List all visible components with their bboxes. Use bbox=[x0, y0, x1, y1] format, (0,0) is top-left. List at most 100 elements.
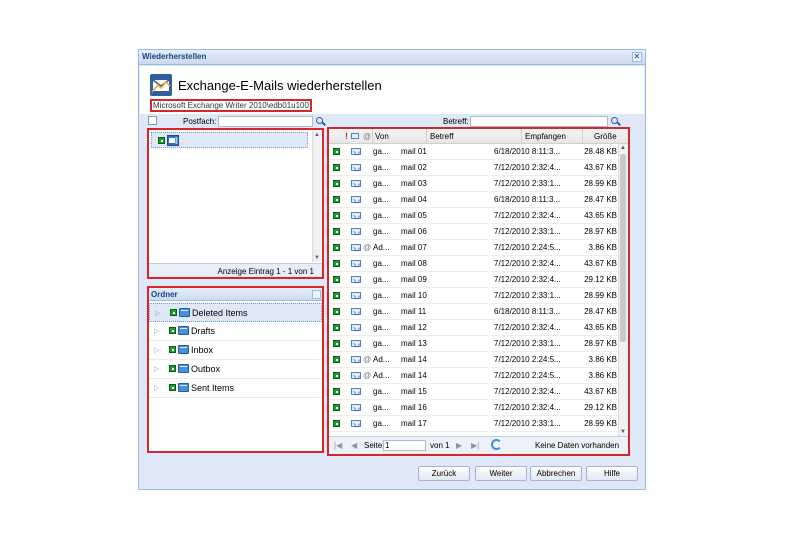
checked-checkbox-icon[interactable] bbox=[333, 148, 340, 155]
scroll-up-icon[interactable]: ▲ bbox=[620, 145, 626, 151]
envelope-icon bbox=[351, 420, 361, 427]
table-row[interactable]: ga... mail 06 7/12/2010 2:33:1... 28.97 KB bbox=[329, 224, 617, 240]
checked-checkbox-icon[interactable] bbox=[333, 276, 340, 283]
folder-icon bbox=[178, 364, 189, 373]
table-row[interactable]: ga... mail 13 7/12/2010 2:33:1... 28.97 KB bbox=[329, 336, 617, 352]
paperclip-icon[interactable]: @ bbox=[363, 132, 371, 141]
table-row[interactable]: ga... mail 09 7/12/2010 2:32:4... 29.12 KB bbox=[329, 272, 617, 288]
help-button[interactable]: Hilfe bbox=[586, 466, 638, 481]
envelope-icon[interactable] bbox=[351, 133, 359, 139]
table-row[interactable]: ga... mail 08 7/12/2010 2:32:4... 43.67 KB bbox=[329, 256, 617, 272]
column-subject[interactable]: Betreff bbox=[430, 132, 453, 141]
checked-checkbox-icon[interactable] bbox=[333, 212, 340, 219]
folder-row[interactable]: ▷ Drafts bbox=[149, 322, 322, 341]
grid-scrollbar[interactable]: ▲ ▼ bbox=[618, 144, 627, 436]
subject-search-input[interactable] bbox=[470, 116, 608, 127]
checked-checkbox-icon[interactable] bbox=[169, 346, 176, 353]
checked-checkbox-icon[interactable] bbox=[333, 356, 340, 363]
table-row[interactable]: ga... mail 16 7/12/2010 2:32:4... 29.12 KB bbox=[329, 400, 617, 416]
expand-arrow-icon[interactable]: ▷ bbox=[154, 346, 159, 354]
checked-checkbox-icon[interactable] bbox=[333, 324, 340, 331]
checked-checkbox-icon[interactable] bbox=[333, 388, 340, 395]
checked-checkbox-icon[interactable] bbox=[333, 228, 340, 235]
select-all-checkbox[interactable] bbox=[148, 116, 157, 125]
table-row[interactable]: ga... mail 15 7/12/2010 2:32:4... 43.67 KB bbox=[329, 384, 617, 400]
cell-from: ga... bbox=[373, 403, 389, 412]
attachment-icon: @ bbox=[363, 355, 372, 364]
cell-subject: mail 14 bbox=[401, 355, 427, 364]
refresh-icon[interactable] bbox=[491, 439, 502, 450]
expand-arrow-icon[interactable]: ▷ bbox=[154, 384, 159, 392]
table-row[interactable]: ga... mail 01 6/18/2010 8:11:3... 28.48 KB bbox=[329, 144, 617, 160]
table-row[interactable]: ga... mail 10 7/12/2010 2:33:1... 28.99 KB bbox=[329, 288, 617, 304]
page-input[interactable]: 1 bbox=[383, 440, 426, 451]
prev-page-icon[interactable]: ◀ bbox=[351, 441, 357, 450]
table-row[interactable]: ga... mail 17 7/12/2010 2:33:1... 28.99 KB bbox=[329, 416, 617, 432]
last-page-icon[interactable]: ▶| bbox=[471, 441, 479, 450]
checked-checkbox-icon[interactable] bbox=[333, 164, 340, 171]
column-size[interactable]: Größe bbox=[594, 132, 617, 141]
search-icon[interactable] bbox=[611, 117, 620, 126]
cell-from: ga... bbox=[373, 227, 389, 236]
table-row[interactable]: ga... mail 11 6/18/2010 8:11:3... 28.47 KB bbox=[329, 304, 617, 320]
next-button[interactable]: Weiter bbox=[475, 466, 527, 481]
table-row[interactable]: ga... mail 03 7/12/2010 2:33:1... 28.99 KB bbox=[329, 176, 617, 192]
mailbox-search-input[interactable] bbox=[218, 116, 313, 127]
folder-row[interactable]: ▷ Outbox bbox=[149, 360, 322, 379]
checked-checkbox-icon[interactable] bbox=[333, 308, 340, 315]
cancel-button[interactable]: Abbrechen bbox=[530, 466, 582, 481]
expand-arrow-icon[interactable]: ▷ bbox=[155, 309, 160, 317]
checked-checkbox-icon[interactable] bbox=[169, 327, 176, 334]
writer-path: Microsoft Exchange Writer 2010\edb01u100 bbox=[150, 99, 312, 112]
subject-search-label: Betreff: bbox=[443, 117, 469, 126]
close-icon[interactable]: ✕ bbox=[632, 52, 642, 62]
cell-received: 7/12/2010 2:33:1... bbox=[494, 179, 561, 188]
column-from[interactable]: Von bbox=[375, 132, 389, 141]
mailbox-footer: Anzeige Eintrag 1 - 1 von 1 bbox=[149, 263, 322, 277]
mailbox-item[interactable] bbox=[151, 132, 308, 148]
next-page-icon[interactable]: ▶ bbox=[456, 441, 462, 450]
expand-arrow-icon[interactable]: ▷ bbox=[154, 327, 159, 335]
cell-from: ga... bbox=[373, 307, 389, 316]
expand-arrow-icon[interactable]: ▷ bbox=[154, 365, 159, 373]
column-importance[interactable]: ! bbox=[345, 131, 348, 141]
checked-checkbox-icon[interactable] bbox=[333, 372, 340, 379]
folder-row[interactable]: ▷ Deleted Items bbox=[149, 303, 322, 322]
checked-checkbox-icon[interactable] bbox=[158, 137, 165, 144]
table-row[interactable]: ga... mail 04 6/18/2010 8:11:3... 28.47 KB bbox=[329, 192, 617, 208]
checked-checkbox-icon[interactable] bbox=[333, 196, 340, 203]
checked-checkbox-icon[interactable] bbox=[333, 404, 340, 411]
scroll-thumb[interactable] bbox=[620, 154, 626, 342]
table-row[interactable]: ga... mail 12 7/12/2010 2:32:4... 43.65 KB bbox=[329, 320, 617, 336]
back-button[interactable]: Zurück bbox=[418, 466, 470, 481]
table-row[interactable]: ga... mail 02 7/12/2010 2:32:4... 43.67 KB bbox=[329, 160, 617, 176]
checked-checkbox-icon[interactable] bbox=[333, 260, 340, 267]
checked-checkbox-icon[interactable] bbox=[333, 420, 340, 427]
checked-checkbox-icon[interactable] bbox=[169, 365, 176, 372]
checked-checkbox-icon[interactable] bbox=[333, 292, 340, 299]
cell-received: 7/12/2010 2:32:4... bbox=[494, 403, 561, 412]
checked-checkbox-icon[interactable] bbox=[333, 244, 340, 251]
cell-received: 7/12/2010 2:32:4... bbox=[494, 387, 561, 396]
scroll-down-icon[interactable]: ▼ bbox=[620, 429, 626, 435]
folder-row[interactable]: ▷ Sent Items bbox=[149, 379, 322, 398]
search-icon[interactable] bbox=[316, 117, 325, 126]
page-total: von 1 bbox=[430, 441, 450, 450]
table-row[interactable]: @ Ad... mail 07 7/12/2010 2:24:5... 3.86 KB bbox=[329, 240, 617, 256]
first-page-icon[interactable]: |◀ bbox=[334, 441, 342, 450]
folder-row[interactable]: ▷ Inbox bbox=[149, 341, 322, 360]
mail-grid-panel: ! @ Von Betreff Empfangen Größe ga... mai… bbox=[327, 127, 630, 456]
checked-checkbox-icon[interactable] bbox=[333, 340, 340, 347]
column-received[interactable]: Empfangen bbox=[525, 132, 566, 141]
checked-checkbox-icon[interactable] bbox=[333, 180, 340, 187]
cell-size: 43.67 KB bbox=[584, 163, 617, 172]
checked-checkbox-icon[interactable] bbox=[170, 309, 177, 316]
table-row[interactable]: ga... mail 05 7/12/2010 2:32:4... 43.65 KB bbox=[329, 208, 617, 224]
collapse-icon[interactable] bbox=[312, 290, 321, 299]
table-row[interactable]: @ Ad... mail 14 7/12/2010 2:24:5... 3.86 KB bbox=[329, 368, 617, 384]
checked-checkbox-icon[interactable] bbox=[169, 384, 176, 391]
table-row[interactable]: @ Ad... mail 14 7/12/2010 2:24:5... 3.86 KB bbox=[329, 352, 617, 368]
cell-from: Ad... bbox=[373, 355, 390, 364]
mailbox-scrollbar[interactable]: ▲ ▼ bbox=[312, 131, 321, 262]
dialog-titlebar[interactable]: Wiederherstellen ✕ bbox=[139, 50, 645, 65]
